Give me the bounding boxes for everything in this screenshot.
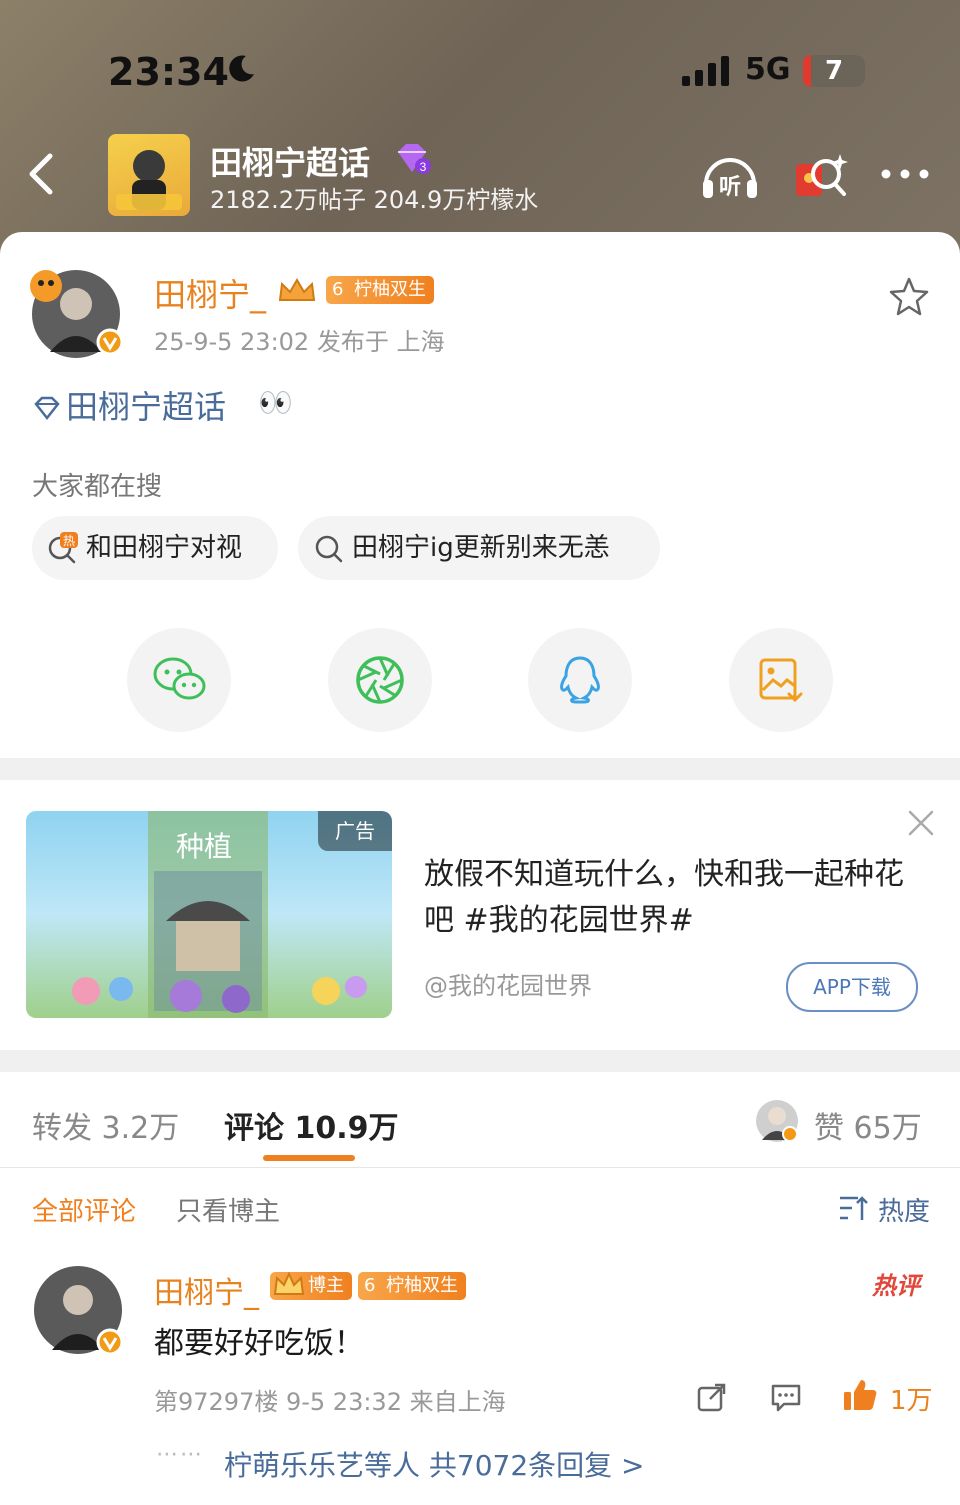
- sort-icon[interactable]: [838, 1194, 868, 1222]
- fan-level-badge: 6 柠柚双生: [326, 276, 434, 304]
- ad-text[interactable]: 放假不知道玩什么，快和我一起种花吧 #我的花园世界#: [424, 852, 924, 944]
- commenter-name[interactable]: 田栩宁_: [154, 1268, 259, 1312]
- commenter-fan-label: 柠柚双生: [386, 1275, 458, 1296]
- share-comment-icon[interactable]: [696, 1382, 728, 1412]
- topic-gem-icon: [34, 396, 60, 421]
- crown-icon: [273, 1271, 305, 1295]
- fan-level-label: 柠柚双生: [354, 279, 426, 300]
- host-badge-label: 博主: [308, 1275, 344, 1296]
- listen-text: 听: [719, 175, 741, 200]
- back-arrow-icon[interactable]: [22, 150, 58, 198]
- wechat-icon: [153, 657, 206, 700]
- tabs-divider: [0, 1167, 960, 1168]
- author-avatar[interactable]: [24, 268, 124, 358]
- commenter-fan-level: 6: [364, 1275, 376, 1296]
- commenter-avatar[interactable]: [32, 1264, 126, 1358]
- share-moments-button[interactable]: [328, 628, 432, 732]
- section-divider: [0, 758, 960, 780]
- tab-active-indicator: [263, 1155, 355, 1161]
- sort-hot[interactable]: 热度: [878, 1191, 930, 1228]
- gem-level-text: 3: [420, 160, 427, 174]
- red-packet-search-icon[interactable]: [792, 150, 852, 202]
- favorite-star-icon[interactable]: [888, 276, 930, 316]
- topic-stats: 2182.2万帖子 204.9万柠檬水: [210, 186, 539, 214]
- comment-like-count: 1万: [890, 1386, 933, 1416]
- hot-comment-label: 热评: [872, 1272, 920, 1300]
- crown-badge-icon: [278, 278, 316, 301]
- tab-likes[interactable]: 赞 65万: [814, 1103, 922, 1147]
- battery-level: 7: [824, 56, 844, 86]
- moments-icon: [356, 656, 404, 704]
- hot-search-text: 热: [63, 534, 75, 548]
- moon-icon: [229, 55, 254, 82]
- share-qq-button[interactable]: [528, 628, 632, 732]
- fan-level-number: 6: [332, 279, 344, 300]
- tab-repost[interactable]: 转发 3.2万: [32, 1103, 179, 1147]
- network-label: 5G: [745, 52, 791, 87]
- trending-search-label: 大家都在搜: [32, 472, 163, 502]
- gem-level-icon: 3: [398, 144, 431, 174]
- liker-avatar: [756, 1100, 798, 1142]
- comment-text[interactable]: 都要好好吃饭！: [154, 1318, 364, 1362]
- search-icon: [315, 535, 343, 563]
- hot-search-icon: 热: [48, 532, 78, 564]
- reply-thread-dots: ⋯⋯: [156, 1442, 204, 1467]
- host-badge: 博主: [270, 1271, 352, 1300]
- filter-author-only[interactable]: 只看博主: [176, 1191, 280, 1228]
- search-chip-2[interactable]: 田栩宁ig更新别来无恙: [298, 516, 660, 580]
- post-meta: 25-9-5 23:02 发布于 上海: [154, 328, 445, 356]
- search-chip-1[interactable]: 热 和田栩宁对视: [32, 516, 278, 580]
- comment-meta: 第97297楼 9-5 23:32 来自上海: [154, 1388, 506, 1416]
- topic-title: 田栩宁超话: [210, 144, 371, 182]
- search-chip-1-text: 和田栩宁对视: [86, 533, 243, 563]
- search-chip-2-text: 田栩宁ig更新别来无恙: [352, 533, 610, 563]
- filter-all-comments[interactable]: 全部评论: [32, 1191, 136, 1228]
- share-save-image-button[interactable]: [729, 628, 833, 732]
- like-thumb-icon[interactable]: [842, 1378, 878, 1412]
- ad-source[interactable]: @我的花园世界: [424, 966, 592, 1001]
- signal-icon: [682, 56, 729, 86]
- listen-icon[interactable]: 听: [700, 150, 760, 202]
- eyes-emoji: 👀: [258, 386, 293, 419]
- topic-avatar[interactable]: [108, 134, 190, 216]
- tab-comments[interactable]: 评论 10.9万: [224, 1103, 398, 1147]
- ad-tag: 广告: [318, 811, 392, 851]
- topic-link[interactable]: 田栩宁超话: [32, 382, 226, 428]
- commenter-fan-badge: 6 柠柚双生: [358, 1272, 466, 1300]
- topic-link-text: 田栩宁超话: [66, 388, 227, 426]
- ad-image[interactable]: 种植 广告: [26, 811, 392, 1018]
- more-icon[interactable]: [878, 150, 938, 202]
- section-divider: [0, 1050, 960, 1072]
- status-time: 23:34: [108, 50, 229, 94]
- share-wechat-button[interactable]: [127, 628, 231, 732]
- reply-icon[interactable]: [770, 1382, 802, 1412]
- save-image-icon: [759, 658, 803, 703]
- author-name[interactable]: 田栩宁_: [154, 270, 266, 316]
- topic-avatar-image: [116, 150, 182, 210]
- topic-header-background: [0, 0, 960, 260]
- close-icon[interactable]: [906, 808, 936, 838]
- ad-image-title: 种植: [176, 830, 233, 863]
- view-replies-link[interactable]: 柠萌乐乐艺等人 共7072条回复 >: [224, 1444, 645, 1484]
- app-download-button[interactable]: APP下载: [786, 962, 918, 1012]
- battery-indicator: 7: [803, 55, 865, 87]
- qq-icon: [560, 656, 600, 704]
